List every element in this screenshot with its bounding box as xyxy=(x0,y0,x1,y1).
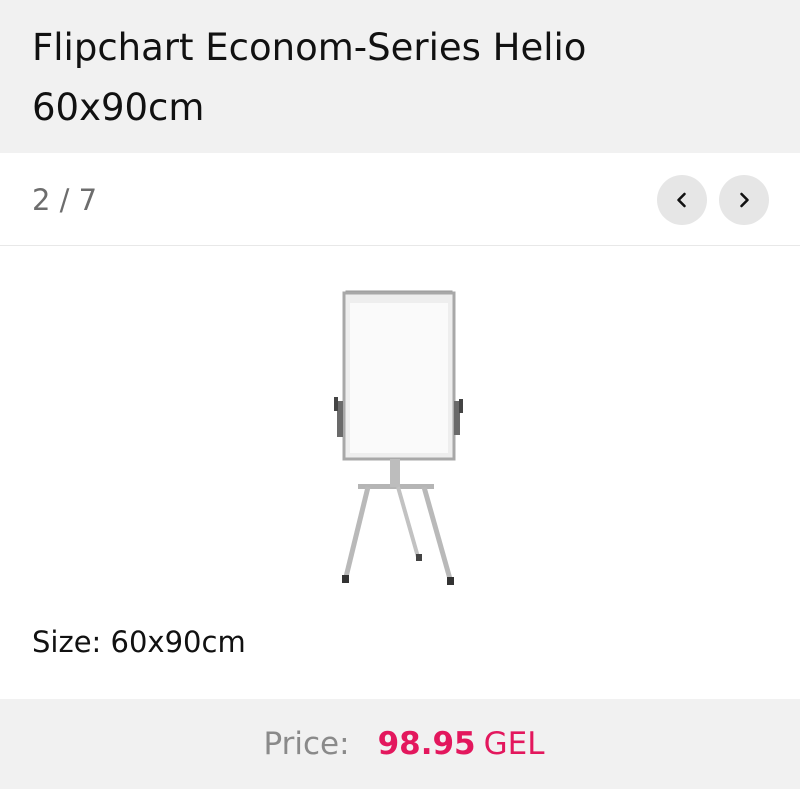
product-title: Flipchart Econom-Series Helio 60x90cm xyxy=(32,18,768,138)
price-block: Price: 98.95 GEL xyxy=(263,724,544,764)
image-counter: 2 / 7 xyxy=(32,183,98,217)
product-title-line-1: Flipchart Econom-Series Helio xyxy=(32,26,587,69)
next-image-button[interactable] xyxy=(719,175,769,225)
price-currency: GEL xyxy=(483,726,545,762)
product-header: Flipchart Econom-Series Helio 60x90cm xyxy=(0,0,800,153)
size-label: Size: xyxy=(32,625,102,659)
chevron-right-icon xyxy=(740,192,749,208)
price-value: 98.95 xyxy=(377,726,476,762)
product-image-area xyxy=(0,247,800,607)
previous-image-button[interactable] xyxy=(657,175,707,225)
size-value: 60x90cm xyxy=(110,625,246,659)
flipchart-product-image[interactable] xyxy=(320,277,480,597)
chevron-left-icon xyxy=(677,192,686,208)
gallery-pager: 2 / 7 xyxy=(0,153,800,246)
product-size: Size: 60x90cm xyxy=(32,620,246,664)
price-footer: Price: 98.95 GEL xyxy=(0,699,800,789)
product-title-line-2: 60x90cm xyxy=(32,86,205,129)
price-label: Price: xyxy=(263,726,350,762)
